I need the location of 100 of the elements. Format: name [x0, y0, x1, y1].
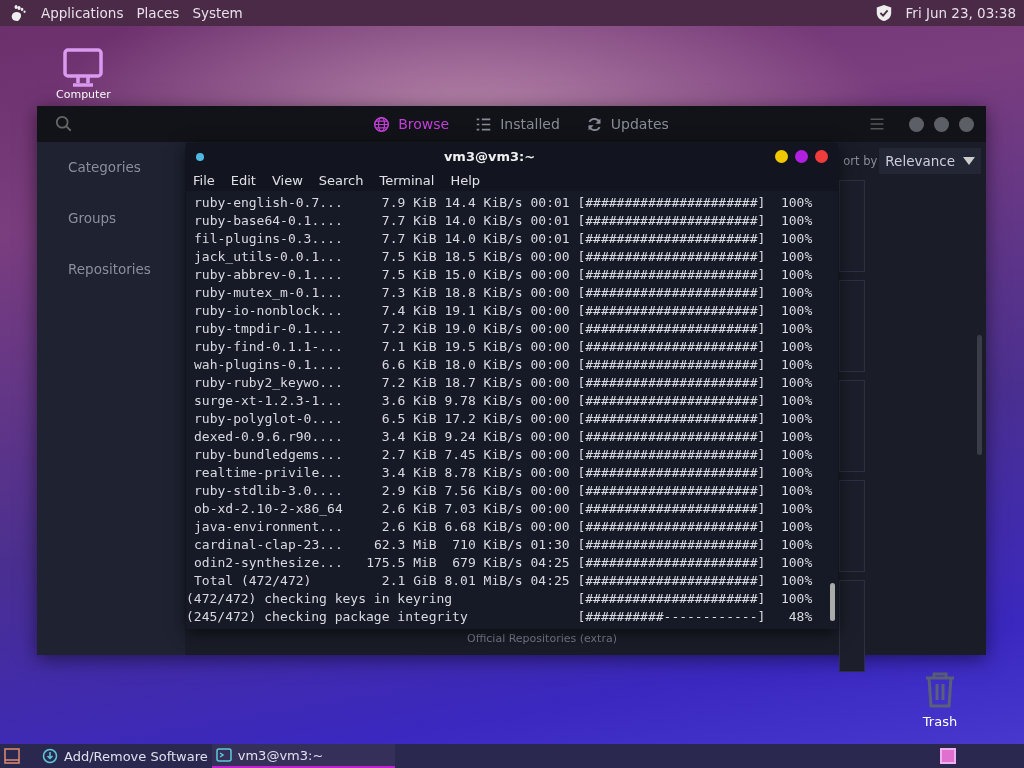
progress-text: [##########------------]	[576, 608, 766, 626]
elapsed-time: 00:00	[529, 518, 570, 536]
percent-text: 100%	[779, 536, 813, 554]
package-size: 7.1 KiB	[380, 338, 437, 356]
percent-text: 100%	[779, 338, 813, 356]
percent-text: 100%	[779, 266, 813, 284]
transfer-rate: 710 KiB/s	[451, 536, 523, 554]
window-control-button[interactable]	[959, 116, 974, 132]
progress-text: [######################]	[576, 230, 766, 248]
desktop-icon-label[interactable]: Computer	[56, 88, 111, 101]
package-size: 7.7 KiB	[380, 230, 437, 248]
window-control-button[interactable]	[934, 116, 949, 132]
percent-text: 100%	[779, 482, 813, 500]
package-name: ruby-bundledgems...	[194, 446, 344, 464]
transfer-rate: 18.5 KiB/s	[443, 248, 523, 266]
sidebar-item[interactable]: Categories	[68, 158, 185, 176]
percent-text: 100%	[779, 464, 813, 482]
elapsed-time: 00:00	[529, 356, 570, 374]
progress-text: [######################]	[576, 464, 766, 482]
transfer-rate: 14.4 KiB/s	[443, 194, 523, 212]
sidebar-item[interactable]: Groups	[68, 209, 185, 227]
package-size: 62.3 MiB	[373, 536, 437, 554]
percent-text: 100%	[779, 284, 813, 302]
percent-text: 100%	[779, 572, 813, 590]
progress-text: [######################]	[576, 374, 766, 392]
taskbar-button[interactable]: Add/Remove Software	[38, 744, 212, 768]
percent-text: 100%	[779, 554, 813, 572]
minimize-button[interactable]	[775, 150, 788, 163]
menu-item[interactable]: Search	[318, 173, 364, 188]
elapsed-time: 04:25	[529, 572, 570, 590]
package-size: 7.4 KiB	[380, 302, 437, 320]
package-size: 3.4 KiB	[380, 464, 437, 482]
window-control-button[interactable]	[909, 116, 924, 132]
package-size: 2.6 KiB	[380, 500, 437, 518]
panel-menu[interactable]: Applications	[41, 5, 124, 21]
terminal-icon	[215, 747, 232, 763]
package-name: ruby-find-0.1.1-...	[194, 338, 344, 356]
package-size: 7.7 KiB	[380, 212, 437, 230]
workspace-switcher[interactable]	[940, 748, 956, 764]
transfer-rate: 15.0 KiB/s	[443, 266, 523, 284]
elapsed-time: 00:00	[529, 464, 570, 482]
desktop-icon-label[interactable]: Trash	[922, 714, 958, 729]
percent-text: 100%	[779, 194, 813, 212]
percent-text: 100%	[779, 500, 813, 518]
menu-icon[interactable]	[869, 117, 885, 131]
menu-item[interactable]: Help	[450, 173, 481, 188]
menu-item[interactable]: Edit	[230, 173, 256, 188]
elapsed-time: 00:00	[529, 284, 570, 302]
sidebar-item[interactable]: Repositories	[68, 260, 185, 278]
tab[interactable]: Updates	[585, 115, 669, 133]
percent-text: 48%	[787, 608, 813, 626]
percent-text: 100%	[779, 356, 813, 374]
panel-menu[interactable]: System	[192, 5, 243, 21]
elapsed-time: 00:00	[529, 500, 570, 518]
percent-text: 100%	[779, 212, 813, 230]
progress-text: [######################]	[576, 212, 766, 230]
package-name: ruby-tmpdir-0.1....	[194, 320, 344, 338]
package-name: surge-xt-1.2.3-1...	[194, 392, 344, 410]
maximize-button[interactable]	[795, 150, 808, 163]
transfer-rate: 9.24 KiB/s	[443, 428, 523, 446]
tab[interactable]: Browse	[373, 115, 450, 133]
package-size: 7.9 KiB	[380, 194, 437, 212]
elapsed-time: 04:25	[529, 554, 570, 572]
taskbar-button[interactable]: vm3@vm3:~	[211, 744, 396, 768]
package-name: realtime-privile...	[194, 464, 344, 482]
close-button[interactable]	[815, 150, 828, 163]
progress-text: [######################]	[576, 194, 766, 212]
progress-text: [######################]	[576, 500, 766, 518]
scrollbar-thumb[interactable]	[977, 335, 982, 455]
clock[interactable]: Fri Jun 23, 03:38	[905, 5, 1016, 21]
menu-item[interactable]: Terminal	[379, 173, 435, 188]
sort-dropdown[interactable]: Relevance	[879, 148, 981, 174]
monitor-icon[interactable]	[61, 46, 106, 90]
transfer-rate: 679 KiB/s	[451, 554, 523, 572]
package-name: ruby-mutex_m-0.1...	[194, 284, 344, 302]
shield-icon[interactable]	[874, 4, 893, 22]
elapsed-time: 00:00	[529, 302, 570, 320]
tab[interactable]: Installed	[475, 115, 560, 133]
search-icon[interactable]	[55, 115, 73, 133]
menu-item[interactable]: View	[271, 173, 303, 188]
progress-text: [######################]	[576, 410, 766, 428]
percent-text: 100%	[779, 446, 813, 464]
progress-text: [######################]	[576, 572, 766, 590]
check-message: (245/472) checking package integrity	[186, 608, 469, 626]
show-desktop-icon[interactable]	[4, 748, 20, 764]
transfer-rate: 14.0 KiB/s	[443, 230, 523, 248]
progress-text: [######################]	[576, 554, 766, 572]
package-name: ruby-polyglot-0....	[194, 410, 344, 428]
package-size: 7.2 KiB	[380, 374, 437, 392]
package-size: 7.3 KiB	[380, 284, 437, 302]
percent-text: 100%	[779, 320, 813, 338]
repository-label: Official Repositories (extra)	[467, 632, 617, 645]
elapsed-time: 00:00	[529, 428, 570, 446]
status-dot	[196, 152, 204, 161]
package-name: jack_utils-0.0.1...	[194, 248, 344, 266]
package-size: 175.5 MiB	[365, 554, 437, 572]
percent-text: 100%	[779, 230, 813, 248]
scrollbar-thumb[interactable]	[830, 583, 835, 621]
panel-menu[interactable]: Places	[136, 5, 180, 21]
menu-item[interactable]: File	[193, 173, 215, 188]
